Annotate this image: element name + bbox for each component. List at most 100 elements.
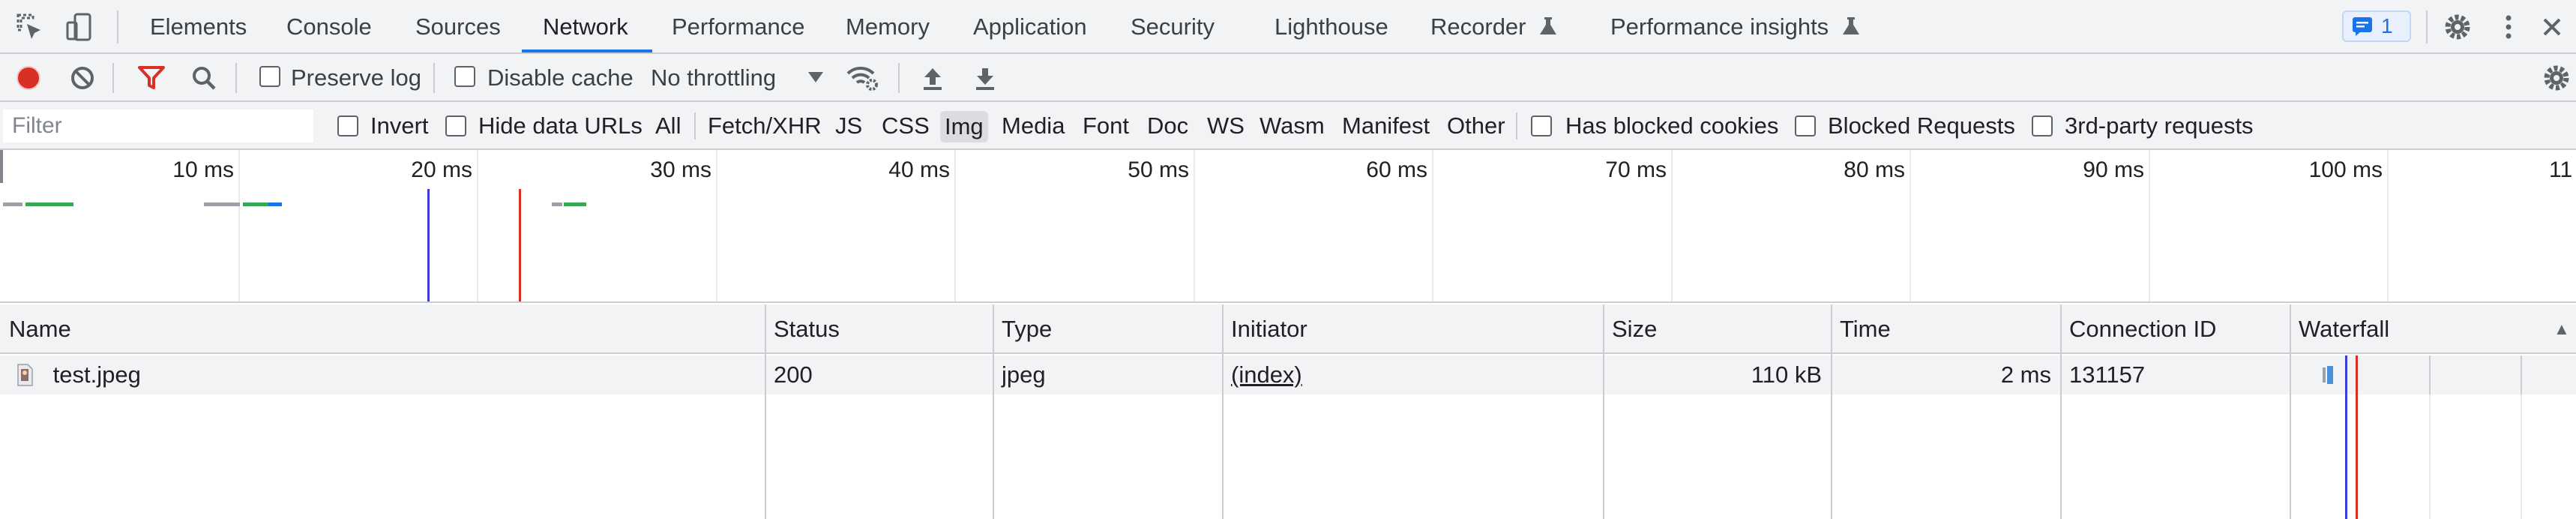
divider [433,63,435,93]
filter-type-css[interactable]: CSS [882,102,930,150]
column-header-initiator[interactable]: Initiator [1222,304,1307,354]
message-icon [2353,17,2372,36]
filter-type-media[interactable]: Media [1002,102,1065,150]
blocked-cookies-checkbox[interactable] [1531,116,1552,136]
overview-gridline [2387,150,2389,302]
disable-cache-checkbox[interactable] [454,66,475,87]
column-header-type[interactable]: Type [993,304,1052,354]
overview-gridline [1671,150,1673,302]
record-button[interactable] [10,60,46,96]
search-button[interactable] [186,60,222,96]
tab-performance[interactable]: Performance [672,0,804,52]
filter-type-fetch-xhr[interactable]: Fetch/XHR [708,102,822,150]
column-header-status[interactable]: Status [765,304,840,354]
overview-request-bar [268,202,282,206]
filter-type-js[interactable]: JS [835,102,862,150]
overview-tick-label: 20 ms [411,158,472,182]
overview-tick-label: 100 ms [2308,158,2383,182]
column-header-time[interactable]: Time [1831,304,1891,354]
column-header-size[interactable]: Size [1603,304,1657,354]
clear-button[interactable] [64,60,100,96]
invert-checkbox[interactable] [337,116,358,136]
filter-toggle-button[interactable] [133,60,169,96]
tab-memory[interactable]: Memory [846,0,930,52]
preserve-log-checkbox[interactable] [259,66,280,87]
preserve-log-label[interactable]: Preserve log [291,54,421,102]
hide-data-urls-checkbox[interactable] [445,116,466,136]
tab-elements[interactable]: Elements [150,0,247,52]
network-settings-button[interactable] [2539,60,2575,96]
column-divider[interactable] [993,304,994,519]
tab-security[interactable]: Security [1131,0,1215,52]
issues-badge[interactable]: 1 [2342,10,2411,42]
status-cell: 200 [774,362,813,388]
column-divider[interactable] [1831,304,1832,519]
image-file-icon [17,364,33,386]
filter-type-doc[interactable]: Doc [1147,102,1188,150]
third-party-checkbox[interactable] [2032,116,2053,136]
filter-type-wasm[interactable]: Wasm [1260,102,1325,150]
overview-selection-handle[interactable] [0,150,3,183]
close-icon[interactable] [2533,8,2572,46]
blocked-cookies-label[interactable]: Has blocked cookies [1565,102,1778,150]
chevron-down-icon[interactable] [808,72,823,82]
divider [694,112,696,140]
tab-network[interactable]: Network [543,0,628,52]
record-icon [16,66,40,90]
time-cell: 2 ms [2000,362,2051,388]
waterfall-gridline [2429,356,2431,394]
tab-performance-insights[interactable]: Performance insights [1610,0,1861,52]
third-party-label[interactable]: 3rd-party requests [2065,102,2254,150]
overview-request-bar [204,202,240,206]
filter-type-font[interactable]: Font [1083,102,1129,150]
overview-tick-label: 70 ms [1605,158,1667,182]
tab-console[interactable]: Console [286,0,372,52]
column-header-waterfall[interactable]: Waterfall [2290,304,2389,354]
filter-type-manifest[interactable]: Manifest [1342,102,1430,150]
filter-type-other[interactable]: Other [1447,102,1505,150]
download-icon [976,68,994,90]
network-overview-timeline[interactable]: 10 ms 20 ms 30 ms 40 ms 50 ms 60 ms 70 m… [0,150,2576,303]
network-conditions-button[interactable] [844,60,880,96]
hide-data-urls-label[interactable]: Hide data URLs [478,102,643,150]
export-har-button[interactable] [967,60,1003,96]
tab-lighthouse[interactable]: Lighthouse [1275,0,1388,52]
initiator-link[interactable]: (index) [1231,362,1302,388]
filter-input[interactable] [3,110,313,142]
throttling-select[interactable]: No throttling [651,54,776,102]
column-divider[interactable] [765,304,766,519]
request-name-cell[interactable]: test.jpeg [0,356,765,394]
load-event-marker [2356,356,2358,519]
column-divider[interactable] [1603,304,1604,519]
more-options-icon[interactable] [2489,8,2528,46]
filter-funnel-icon [138,66,165,89]
column-divider[interactable] [1222,304,1224,519]
overview-request-bar [243,202,268,206]
overview-gridline [1432,150,1433,302]
invert-label[interactable]: Invert [370,102,429,150]
overview-request-bar [25,202,73,206]
sort-ascending-icon[interactable]: ▲ [2545,304,2570,354]
device-toolbar-icon[interactable] [60,8,99,46]
filter-type-ws[interactable]: WS [1207,102,1245,150]
column-header-name[interactable]: Name [0,304,71,354]
disable-cache-label[interactable]: Disable cache [487,54,634,102]
table-row[interactable]: test.jpeg 200 jpeg (index) 110 kB 2 ms 1… [0,356,2576,394]
blocked-requests-checkbox[interactable] [1795,116,1816,136]
blocked-requests-label[interactable]: Blocked Requests [1828,102,2015,150]
filter-type-img[interactable]: Img [940,111,988,142]
tab-sources[interactable]: Sources [415,0,501,52]
divider [2426,10,2428,44]
column-header-connection-id[interactable]: Connection ID [2060,304,2216,354]
overview-request-bar [552,202,562,206]
overview-tick-label: 80 ms [1844,158,1905,182]
column-divider[interactable] [2290,304,2291,519]
inspect-element-icon[interactable] [10,8,49,46]
tab-recorder[interactable]: Recorder [1430,0,1558,52]
filter-type-all[interactable]: All [655,102,681,150]
active-tab-indicator [522,50,652,52]
settings-gear-icon[interactable] [2438,8,2477,46]
import-har-button[interactable] [915,60,951,96]
tab-application[interactable]: Application [973,0,1087,52]
column-divider[interactable] [2060,304,2062,519]
